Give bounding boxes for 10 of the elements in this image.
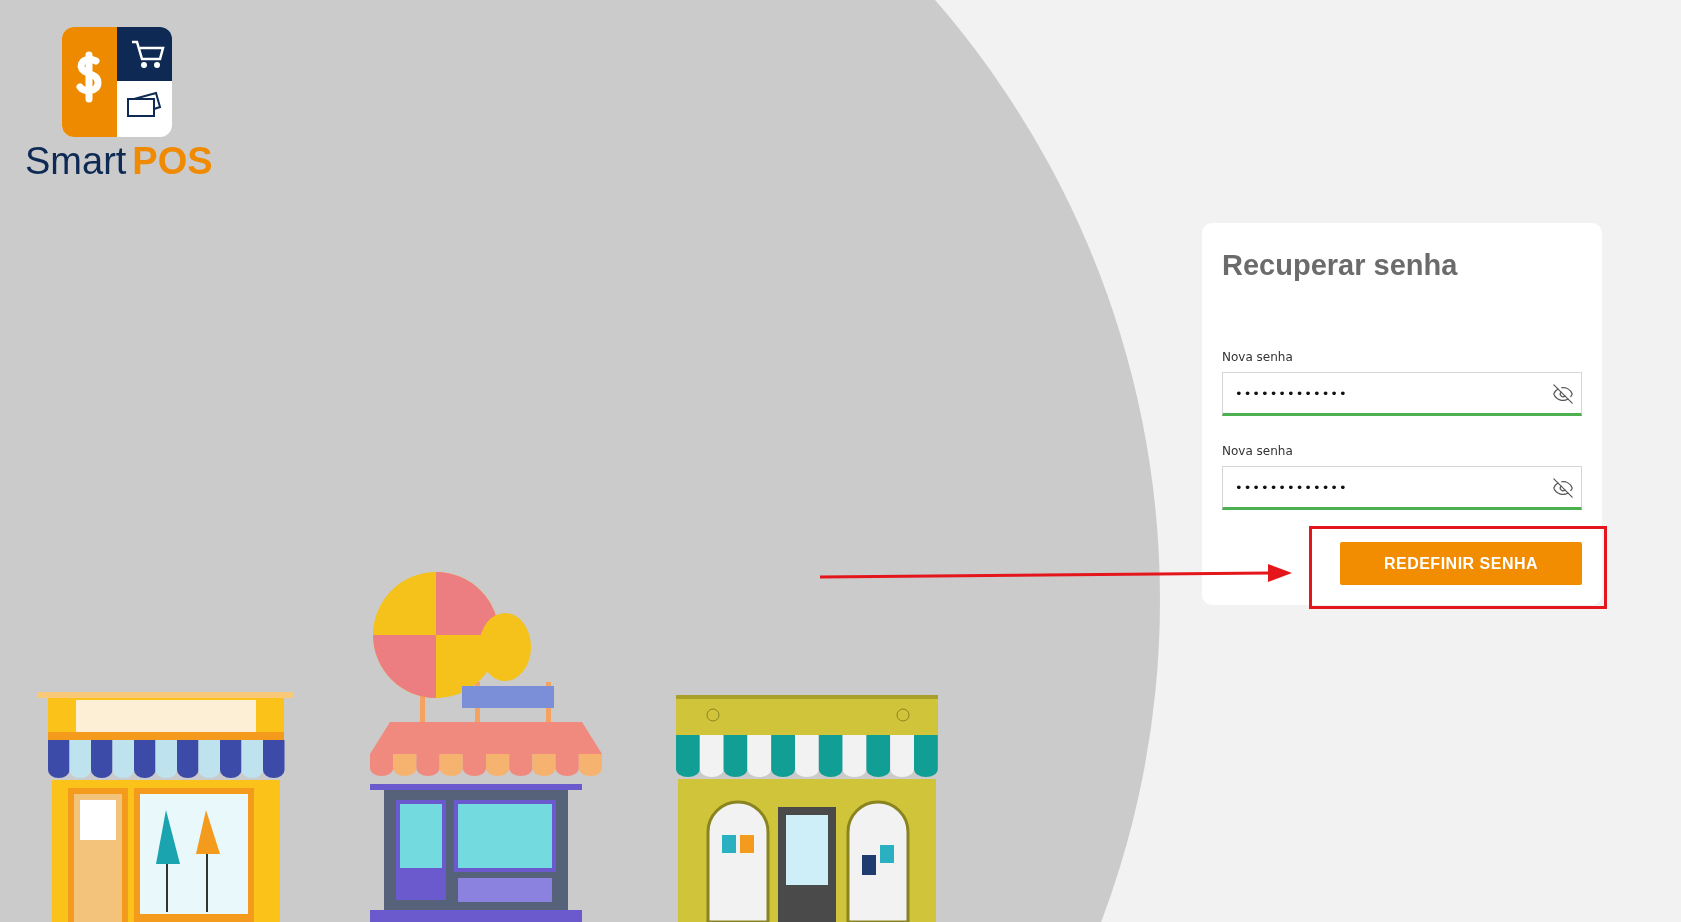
password-field[interactable]: ••••••••••••• (1222, 466, 1582, 510)
logo-icon (62, 27, 172, 137)
eye-off-icon[interactable] (1552, 383, 1574, 405)
field-label: Nova senha (1222, 444, 1294, 458)
eye-off-icon[interactable] (1552, 477, 1574, 499)
logo-text: Smart (25, 141, 127, 181)
card-title: Recuperar senha (1222, 249, 1459, 282)
field-label: Nova senha (1222, 350, 1294, 364)
password-field[interactable]: ••••••••••••• (1222, 372, 1582, 416)
logo-text: POS (132, 141, 213, 181)
